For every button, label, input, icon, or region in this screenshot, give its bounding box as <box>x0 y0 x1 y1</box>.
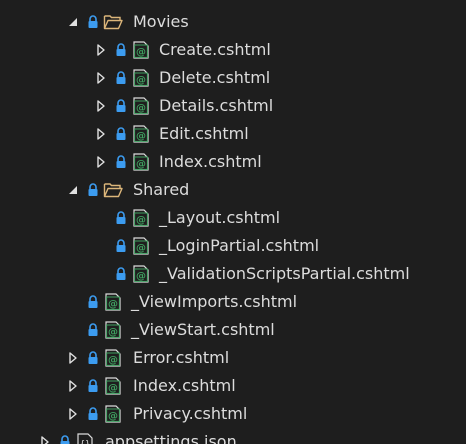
tree-item-file[interactable]: @ _ViewImports.cshtml <box>0 288 466 316</box>
tree-item-label: Delete.cshtml <box>159 68 271 87</box>
lock-icon <box>116 211 126 224</box>
tree-item-shared-folder[interactable]: Shared <box>0 176 466 204</box>
tree-item-file[interactable]: @ Create.cshtml <box>0 36 466 64</box>
collapsed-arrow-icon[interactable] <box>94 127 108 141</box>
tree-item-file[interactable]: @ _Layout.cshtml <box>0 204 466 232</box>
svg-text:@: @ <box>108 299 118 310</box>
lock-icon <box>116 239 126 252</box>
lock-icon <box>88 323 98 336</box>
solution-explorer-tree: Movies @ Create.cshtml @ Delete.cshtml @… <box>0 0 466 444</box>
svg-text:@: @ <box>136 159 146 170</box>
tree-item-file[interactable]: @ Privacy.cshtml <box>0 400 466 428</box>
tree-item-label: Edit.cshtml <box>159 124 249 143</box>
svg-text:@: @ <box>136 75 146 86</box>
razor-file-icon: @ <box>133 237 149 255</box>
razor-file-icon: @ <box>105 293 121 311</box>
lock-icon <box>88 379 98 392</box>
razor-file-icon: @ <box>133 41 149 59</box>
tree-item-file[interactable]: @ Index.cshtml <box>0 148 466 176</box>
expanded-arrow-icon[interactable] <box>66 15 80 29</box>
tree-item-label: Index.cshtml <box>133 376 236 395</box>
razor-file-icon: @ <box>105 349 121 367</box>
collapsed-arrow-icon[interactable] <box>66 351 80 365</box>
lock-icon <box>116 99 126 112</box>
lock-icon <box>88 15 98 28</box>
lock-icon <box>88 407 98 420</box>
collapsed-arrow-icon[interactable] <box>66 407 80 421</box>
tree-item-file[interactable]: @ Details.cshtml <box>0 92 466 120</box>
tree-item-label: _ViewStart.cshtml <box>131 320 275 339</box>
svg-text:{}: {} <box>80 440 91 444</box>
lock-icon <box>88 351 98 364</box>
expanded-arrow-icon[interactable] <box>66 183 80 197</box>
lock-icon <box>60 435 70 444</box>
folder-open-icon <box>103 183 123 198</box>
tree-item-file[interactable]: @ Index.cshtml <box>0 372 466 400</box>
svg-text:@: @ <box>108 355 118 366</box>
lock-icon <box>116 71 126 84</box>
tree-item-label: Index.cshtml <box>159 152 262 171</box>
tree-item-label: _ViewImports.cshtml <box>131 292 298 311</box>
tree-item-file[interactable]: @ Delete.cshtml <box>0 64 466 92</box>
razor-file-icon: @ <box>133 209 149 227</box>
svg-text:@: @ <box>136 103 146 114</box>
razor-file-icon: @ <box>133 69 149 87</box>
json-file-icon: {} <box>77 433 93 444</box>
svg-text:@: @ <box>136 215 146 226</box>
tree-item-label: _ValidationScriptsPartial.cshtml <box>159 264 410 283</box>
collapsed-arrow-icon[interactable] <box>66 379 80 393</box>
tree-item-file[interactable]: @ _ViewStart.cshtml <box>0 316 466 344</box>
collapsed-arrow-icon[interactable] <box>94 43 108 57</box>
svg-text:@: @ <box>136 243 146 254</box>
svg-text:@: @ <box>108 327 118 338</box>
tree-item-label: _LoginPartial.cshtml <box>159 236 320 255</box>
tree-item-label: Shared <box>133 180 190 199</box>
lock-icon <box>88 295 98 308</box>
collapsed-arrow-icon[interactable] <box>94 71 108 85</box>
lock-icon <box>116 267 126 280</box>
tree-item-label: _Layout.cshtml <box>159 208 281 227</box>
tree-item-file[interactable]: @ Error.cshtml <box>0 344 466 372</box>
razor-file-icon: @ <box>133 153 149 171</box>
tree-item-label: Details.cshtml <box>159 96 274 115</box>
tree-item-file[interactable]: {} appsettings.json <box>0 428 466 444</box>
razor-file-icon: @ <box>133 97 149 115</box>
lock-icon <box>116 43 126 56</box>
svg-text:@: @ <box>108 383 118 394</box>
tree-item-file[interactable]: @ _LoginPartial.cshtml <box>0 232 466 260</box>
tree-item-file[interactable]: @ _ValidationScriptsPartial.cshtml <box>0 260 466 288</box>
tree-item-label: appsettings.json <box>105 432 237 444</box>
collapsed-arrow-icon[interactable] <box>38 435 52 444</box>
tree-item-movies-folder[interactable]: Movies <box>0 8 466 36</box>
razor-file-icon: @ <box>105 321 121 339</box>
svg-text:@: @ <box>136 131 146 142</box>
tree-item-label: Error.cshtml <box>133 348 230 367</box>
razor-file-icon: @ <box>133 265 149 283</box>
svg-text:@: @ <box>136 271 146 282</box>
collapsed-arrow-icon[interactable] <box>94 155 108 169</box>
razor-file-icon: @ <box>105 377 121 395</box>
razor-file-icon: @ <box>133 125 149 143</box>
tree-item-file[interactable]: @ Edit.cshtml <box>0 120 466 148</box>
folder-open-icon <box>103 15 123 30</box>
tree-item-label: Create.cshtml <box>159 40 271 59</box>
svg-text:@: @ <box>136 47 146 58</box>
lock-icon <box>116 127 126 140</box>
tree-item-label: Privacy.cshtml <box>133 404 248 423</box>
razor-file-icon: @ <box>105 405 121 423</box>
tree-item-label: Movies <box>133 12 189 31</box>
lock-icon <box>116 155 126 168</box>
collapsed-arrow-icon[interactable] <box>94 99 108 113</box>
lock-icon <box>88 183 98 196</box>
svg-text:@: @ <box>108 411 118 422</box>
